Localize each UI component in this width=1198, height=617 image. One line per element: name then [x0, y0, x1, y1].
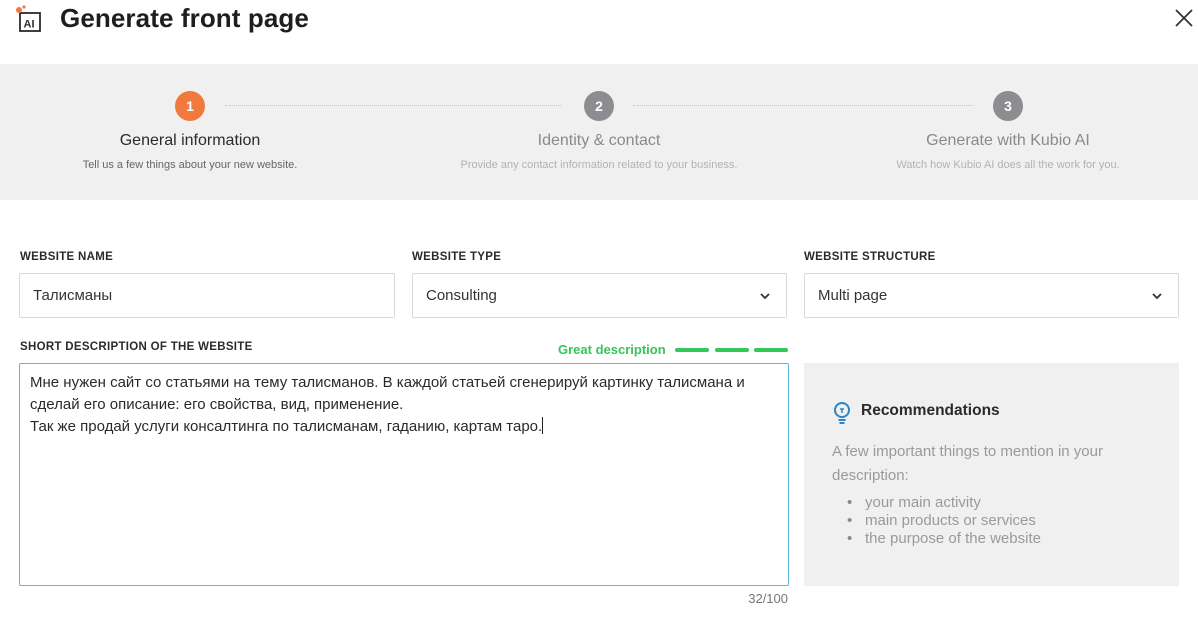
step-subtitle: Tell us a few things about your new webs… [82, 159, 298, 171]
description-line: Мне нужен сайт со статьями на тему талис… [30, 374, 745, 391]
website-type-label: WEBSITE TYPE [412, 251, 502, 263]
step-title: Generate with Kubio AI [926, 132, 1090, 149]
description-line-text: сделай его описание: его свойства, вид, … [30, 396, 404, 413]
description-line-text: Так же продай услуги консалтинга по тали… [30, 418, 543, 435]
recommendation-item: the purpose of the website [847, 530, 1041, 548]
ai-logo-icon: AI [16, 5, 41, 32]
recommendation-item: your main activity [847, 494, 1041, 512]
recommendations-text: A few important things to mention in you… [832, 443, 1103, 484]
step-number: 1 [175, 91, 205, 121]
quality-bar [754, 348, 788, 352]
website-name-label: WEBSITE NAME [20, 251, 114, 263]
description-textarea[interactable]: Мне нужен сайт со статьями на тему талис… [19, 363, 789, 586]
chevron-down-icon [1152, 293, 1162, 300]
recommendations-list: your main activity main products or serv… [847, 494, 1041, 548]
stepper: 1 General information Tell us a few thin… [0, 64, 1198, 200]
step-subtitle: Watch how Kubio AI does all the work for… [896, 159, 1120, 171]
step-title: General information [119, 132, 261, 149]
website-type-select[interactable]: Consulting [412, 273, 787, 318]
website-structure-select[interactable]: Multi page [804, 273, 1179, 318]
chevron-down-icon [760, 293, 770, 300]
step-subtitle: Provide any contact information related … [460, 159, 738, 171]
step-number: 3 [993, 91, 1023, 121]
description-line: Так же продай услуги консалтинга по тали… [30, 416, 778, 438]
lightbulb-icon [834, 402, 850, 424]
website-type-value: Consulting [426, 287, 497, 304]
website-structure-label: WEBSITE STRUCTURE [804, 251, 936, 263]
quality-bar [675, 348, 709, 352]
recommendations-title: Recommendations [861, 402, 1000, 419]
modal-header: AI Generate front page [0, 0, 1198, 44]
website-name-input[interactable]: Талисманы [19, 273, 395, 318]
description-label: SHORT DESCRIPTION OF THE WEBSITE [20, 341, 253, 353]
step-title: Identity & contact [537, 132, 661, 149]
quality-bar [715, 348, 749, 352]
ai-logo-text: AI [24, 19, 35, 31]
description-quality-label: Great description [558, 342, 666, 357]
close-icon[interactable] [1172, 6, 1196, 30]
recommendations-panel: Recommendations A few important things t… [804, 363, 1179, 586]
text-caret [542, 417, 544, 434]
character-counter: 32/100 [748, 591, 788, 606]
description-line: сделай его описание: его свойства, вид, … [30, 394, 778, 416]
page-title: Generate front page [60, 3, 309, 33]
step-connector [225, 105, 561, 106]
step-connector [633, 105, 973, 106]
website-structure-value: Multi page [818, 287, 888, 304]
step-number: 2 [584, 91, 614, 121]
recommendation-item: main products or services [847, 512, 1041, 530]
